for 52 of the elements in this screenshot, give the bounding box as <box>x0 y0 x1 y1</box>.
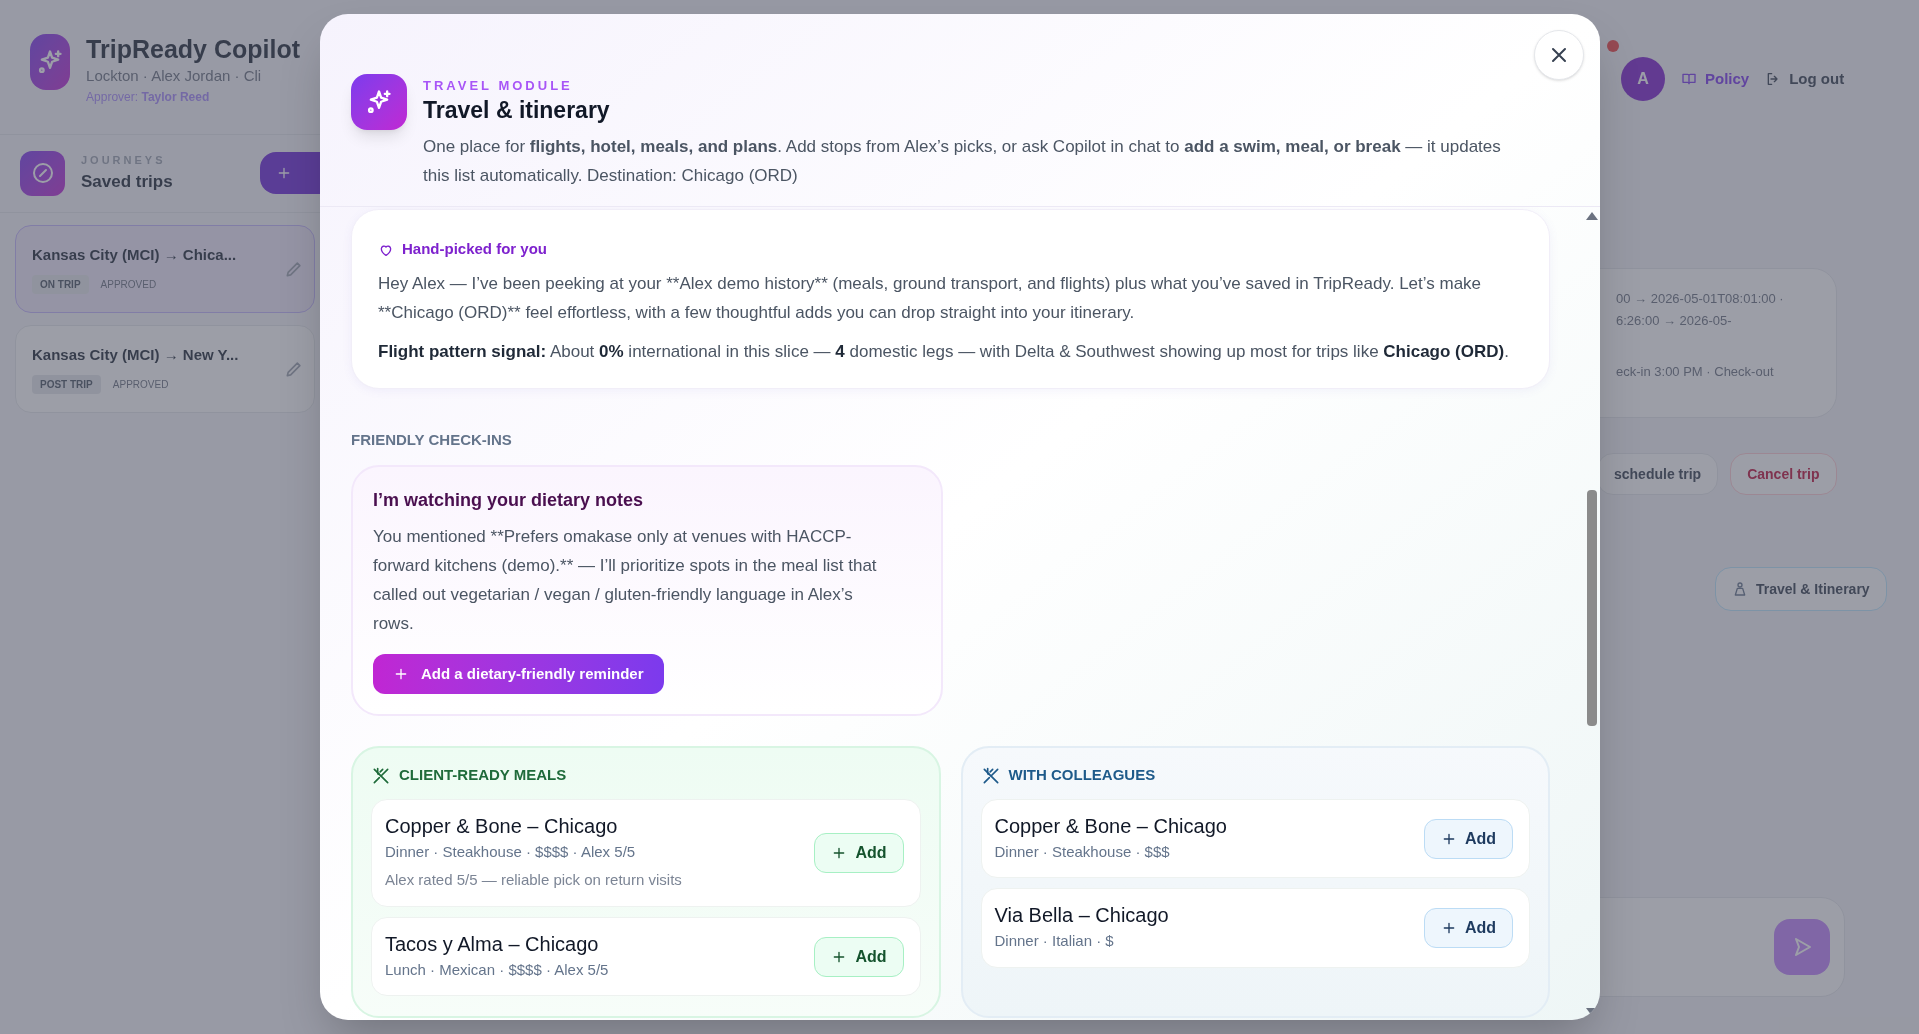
meal-name: Copper & Bone – Chicago <box>385 813 619 839</box>
section-title: Saved trips <box>81 170 174 193</box>
trip-route: Kansas City (MCI) → Chica... <box>32 245 238 265</box>
action-button[interactable]: Cancel trip <box>1730 453 1837 495</box>
approval-status: APPROVED <box>112 377 169 392</box>
meal-name: Via Bella – Chicago <box>994 903 1170 929</box>
sparkle-icon <box>36 48 65 76</box>
person-icon <box>1732 581 1748 597</box>
nav-link[interactable]: Policy <box>1681 67 1750 91</box>
add-button[interactable]: Add <box>1423 818 1513 859</box>
nav-link[interactable]: Log out <box>1765 67 1845 91</box>
section-heading: CLIENT-READY MEALS <box>399 765 567 786</box>
checkin-text: You mentioned **Prefers omakase only at venues with HACCP-forward kitchens (demo).** — I’ll prioritize spots in the meal list that called out vegetarian / vegan / gluten-friendly language in Alex’s rows. <box>373 526 878 636</box>
detail-text: eck-in 3:00 PM · Check-out <box>1616 363 1775 381</box>
status-tag: ON TRIP <box>32 274 89 294</box>
trip-card[interactable]: Kansas City (MCI) → Chica... ON TRIP APPROVED <box>15 224 315 313</box>
action-button[interactable]: schedule trip <box>1597 453 1719 495</box>
meal-details: Lunch · Mexican · $$$$ · Alex 5/5 <box>385 959 610 980</box>
add-button[interactable]: Add <box>1423 908 1513 948</box>
add-reminder-button[interactable]: Add a dietary-friendly reminder <box>373 654 664 695</box>
app-title: TripReady Copilot <box>86 34 300 65</box>
meal-details: Dinner · Steakhouse · $$$ <box>994 841 1171 862</box>
meal-details: Dinner · Steakhouse · $$$$ · Alex 5/5 <box>385 841 637 862</box>
detail-text: 6:26:00 → 2026-05- <box>1616 311 1733 330</box>
detail-text: 00 → 2026-05-01T08:01:00 · <box>1616 290 1785 308</box>
trip-card[interactable]: Kansas City (MCI) → New Y... POST TRIP APPROVED <box>15 324 315 413</box>
intro-text: Hey Alex — I’ve been peeking at your **Alex demo history** (meals, ground transport, and flights) plus what you’ve saved in TripReady. Let’s make **Chicago (ORD)** feel effortless, with a few thoughtful adds you can drop straight into your itinerary. <box>378 272 1483 324</box>
modal-title: Travel & itinerary <box>423 95 611 125</box>
checkin-title: I’m watching your dietary notes <box>373 489 645 513</box>
approval-status: APPROVED <box>100 277 157 292</box>
close-button[interactable] <box>1534 30 1584 80</box>
section-heading: FRIENDLY CHECK-INS <box>351 429 513 450</box>
travel-itinerary-button[interactable]: Travel & Itinerary <box>1715 567 1887 611</box>
sparkle-icon <box>365 88 393 116</box>
trip-route: Kansas City (MCI) → New Y... <box>32 345 240 365</box>
module-eyebrow: TRAVEL MODULE <box>423 77 574 95</box>
utensils-icon <box>371 765 391 786</box>
meal-name: Tacos y Alma – Chicago <box>385 931 600 957</box>
modal-description: One place for flights, hotel, meals, and plans. Add stops from Alex’s picks, or ask Copilot in chat to add a swim, meal, or break — it updates this list automatically. Destination: Chicago (ORD) <box>423 136 1502 188</box>
status-tag: POST TRIP <box>32 374 101 394</box>
meal-note: Alex rated 5/5 — reliable pick on return visits <box>385 870 683 891</box>
flight-signal-text: Flight pattern signal: About 0% international in this slice — 4 domestic legs — with Delta & Southwest showing up most for trips like Chicago (ORD). <box>378 340 1510 363</box>
meal-name: Copper & Bone – Chicago <box>994 813 1228 839</box>
user-avatar[interactable]: A <box>1621 57 1665 101</box>
book-icon <box>1681 71 1697 87</box>
card-heading: Hand-picked for you <box>402 239 547 260</box>
section-heading: WITH COLLEAGUES <box>1008 765 1156 786</box>
add-button[interactable]: Add <box>814 936 904 977</box>
meal-details: Dinner · Italian · $ <box>994 931 1115 952</box>
compass-icon <box>30 161 55 186</box>
add-button[interactable]: Add <box>814 832 904 873</box>
account-line: Lockton · Alex Jordan · Cli <box>86 66 263 87</box>
